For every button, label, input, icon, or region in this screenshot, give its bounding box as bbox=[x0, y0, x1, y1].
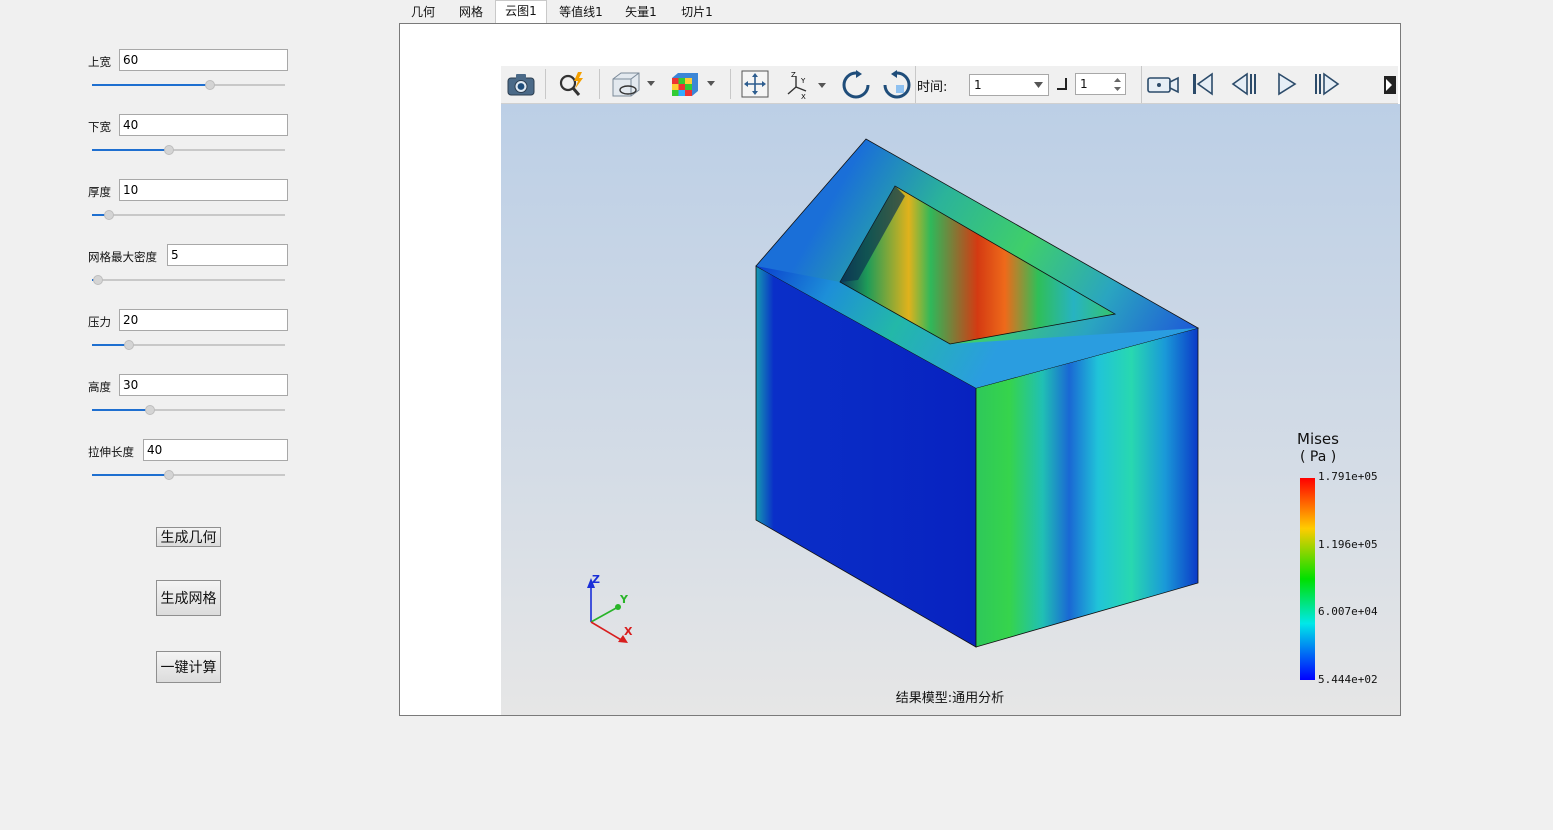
y-axis-line bbox=[590, 606, 619, 623]
display-mode-icon[interactable] bbox=[608, 70, 658, 101]
viewer-toolbar: ZY X 时间: 1 1 bbox=[501, 66, 1398, 104]
legend-color-bar bbox=[1300, 478, 1315, 680]
x-axis-label: X bbox=[624, 625, 633, 638]
probe-icon[interactable] bbox=[556, 70, 588, 101]
param-label-extrude-length: 拉伸长度 bbox=[88, 445, 134, 459]
axes-orientation-icon[interactable]: ZY X bbox=[784, 70, 830, 103]
slider-thumb[interactable] bbox=[104, 210, 115, 220]
model-faces bbox=[755, 138, 1200, 648]
top-width-input[interactable] bbox=[119, 49, 288, 71]
slider-thumb[interactable] bbox=[92, 275, 103, 285]
legend-mid-high: 1.196e+05 bbox=[1318, 538, 1378, 551]
tab-vector-1[interactable]: 矢量1 bbox=[616, 2, 666, 23]
svg-text:Y: Y bbox=[800, 77, 806, 85]
time-label: 时间: bbox=[917, 80, 948, 95]
camera-icon[interactable] bbox=[506, 70, 536, 101]
first-frame-icon[interactable] bbox=[1190, 70, 1216, 101]
time-select[interactable]: 1 bbox=[969, 74, 1049, 96]
height-slider[interactable] bbox=[92, 404, 285, 416]
param-label-bottom-width: 下宽 bbox=[88, 120, 111, 134]
param-label-pressure: 压力 bbox=[88, 315, 111, 329]
color-legend: Mises ( Pa ) 1.791e+05 1.196e+05 6.007e+… bbox=[1297, 430, 1378, 686]
top-width-slider[interactable] bbox=[92, 79, 285, 91]
step-spinbox[interactable]: 1 bbox=[1075, 73, 1126, 95]
axes-triad: Z Y X bbox=[587, 573, 633, 643]
y-axis-label: Y bbox=[619, 593, 629, 606]
pressure-input[interactable] bbox=[119, 309, 288, 331]
tab-contour-1[interactable]: 云图1 bbox=[495, 0, 547, 24]
slider-thumb[interactable] bbox=[164, 145, 175, 155]
pressure-slider[interactable] bbox=[92, 339, 285, 351]
generate-mesh-button[interactable]: 生成网格 bbox=[156, 580, 221, 616]
height-input[interactable] bbox=[119, 374, 288, 396]
tab-isoline-1[interactable]: 等值线1 bbox=[550, 2, 612, 23]
prev-frame-icon[interactable] bbox=[1231, 70, 1259, 101]
param-label-mesh-density: 网格最大密度 bbox=[88, 250, 157, 264]
next-frame-icon[interactable] bbox=[1312, 70, 1340, 101]
chevron-down-icon bbox=[1034, 82, 1043, 88]
time-select-value: 1 bbox=[974, 78, 982, 92]
legend-max: 1.791e+05 bbox=[1318, 470, 1378, 483]
slider-thumb[interactable] bbox=[144, 405, 155, 415]
legend-title: Mises bbox=[1297, 430, 1339, 448]
step-corner-icon bbox=[1056, 77, 1068, 94]
one-click-compute-button[interactable]: 一键计算 bbox=[156, 651, 221, 683]
thickness-slider[interactable] bbox=[92, 209, 285, 221]
thickness-input[interactable] bbox=[119, 179, 288, 201]
param-label-thickness: 厚度 bbox=[88, 185, 111, 199]
rotate-cw-icon[interactable] bbox=[882, 70, 912, 103]
more-icon[interactable] bbox=[1384, 76, 1396, 97]
mesh-density-slider[interactable] bbox=[92, 274, 285, 286]
legend-unit: ( Pa ) bbox=[1300, 449, 1336, 465]
slider-thumb[interactable] bbox=[164, 470, 175, 480]
svg-text:X: X bbox=[801, 93, 806, 100]
stress-contour-model: Z Y X Mises ( Pa ) 1.791e+05 1.196e+05 6… bbox=[587, 138, 1378, 706]
play-icon[interactable] bbox=[1275, 70, 1299, 101]
tab-geometry[interactable]: 几何 bbox=[400, 2, 446, 23]
color-cube-icon[interactable] bbox=[669, 70, 719, 101]
result-viewport[interactable]: Z Y X Mises ( Pa ) 1.791e+05 1.196e+05 6… bbox=[501, 104, 1400, 715]
param-label-top-width: 上宽 bbox=[88, 55, 111, 69]
svg-text:Z: Z bbox=[791, 71, 796, 79]
bottom-width-slider[interactable] bbox=[92, 144, 285, 156]
x-axis-line bbox=[590, 621, 624, 642]
record-icon[interactable] bbox=[1146, 70, 1180, 101]
spin-arrows-icon[interactable] bbox=[1114, 78, 1121, 91]
generate-geometry-button[interactable]: 生成几何 bbox=[156, 527, 221, 547]
fit-view-icon[interactable] bbox=[740, 70, 770, 101]
mesh-density-input[interactable] bbox=[167, 244, 288, 266]
bottom-width-input[interactable] bbox=[119, 114, 288, 136]
tab-mesh[interactable]: 网格 bbox=[448, 2, 494, 23]
step-spinbox-value: 1 bbox=[1080, 77, 1088, 91]
extrude-length-slider[interactable] bbox=[92, 469, 285, 481]
param-label-height: 高度 bbox=[88, 380, 111, 394]
legend-min: 5.444e+02 bbox=[1318, 673, 1378, 686]
legend-mid-low: 6.007e+04 bbox=[1318, 605, 1378, 618]
slider-thumb[interactable] bbox=[204, 80, 215, 90]
tab-slice-1[interactable]: 切片1 bbox=[672, 2, 722, 23]
result-model-caption: 结果模型:通用分析 bbox=[896, 691, 1004, 706]
extrude-length-input[interactable] bbox=[143, 439, 288, 461]
rotate-ccw-icon[interactable] bbox=[841, 70, 871, 103]
slider-thumb[interactable] bbox=[123, 340, 134, 350]
z-axis-label: Z bbox=[592, 573, 600, 586]
